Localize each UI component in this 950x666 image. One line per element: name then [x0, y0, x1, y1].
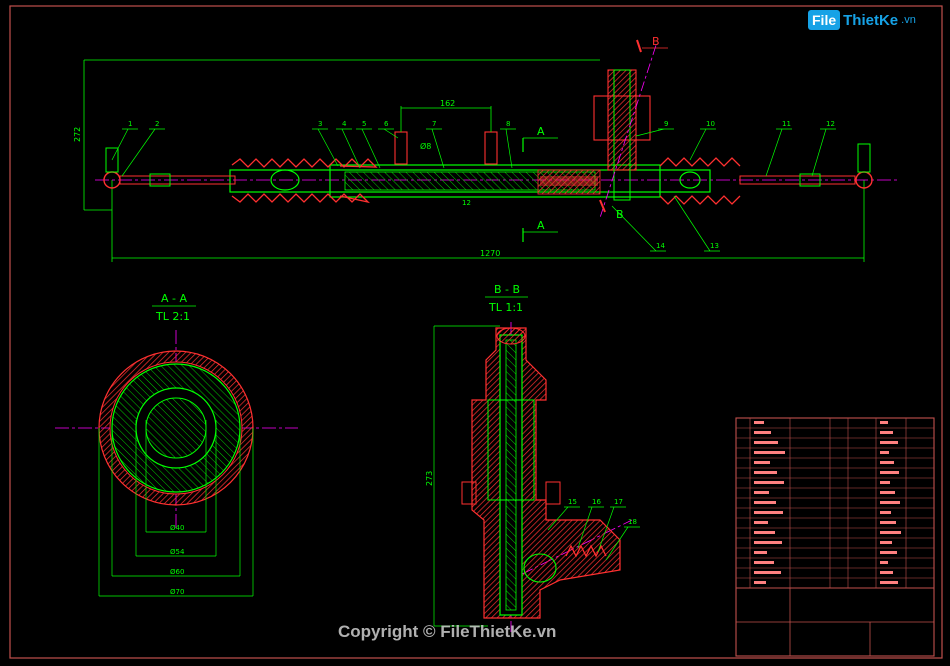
- title-block-text-mark: [880, 501, 900, 504]
- title-block-text-mark: [880, 491, 895, 494]
- part-number-label: 18: [628, 518, 637, 526]
- section-aa-title: A - A: [161, 292, 187, 305]
- part-number-label: 5: [362, 120, 366, 128]
- title-block-text-mark: [880, 581, 898, 584]
- part-number-label: 15: [568, 498, 577, 506]
- part-number-label: 8: [506, 120, 510, 128]
- drawing-border: [9, 5, 943, 659]
- section-aa-scale: TL 2:1: [155, 310, 190, 323]
- title-block-text-mark: [880, 471, 899, 474]
- cad-drawing: 1270 272 162 Ø8 12 A A B B 1 2 3 4 5 6 7…: [9, 5, 943, 659]
- section-b-bottom-label: B: [616, 208, 624, 221]
- section-bb-view: B - B TL 1:1 273 15 16 17 18: [425, 283, 640, 632]
- part-number-label: 10: [706, 120, 715, 128]
- section-bb-title: B - B: [494, 283, 520, 296]
- title-block-text-mark: [754, 441, 778, 444]
- part-number-label: 6: [384, 120, 389, 128]
- section-aa-view: Ø40 Ø54 Ø60 Ø70 A - A TL 2:1: [55, 292, 298, 597]
- title-block-text-mark: [754, 511, 783, 514]
- title-block-text-mark: [880, 551, 897, 554]
- title-block-text-mark: [754, 531, 775, 534]
- part-number-label: 3: [318, 120, 322, 128]
- part-number-label: 12: [826, 120, 835, 128]
- title-block-text-mark: [754, 561, 774, 564]
- title-block-text-mark: [754, 581, 766, 584]
- part-number-label: 1: [128, 120, 132, 128]
- title-block-text-mark: [754, 431, 771, 434]
- dim-aa-1: Ø40: [170, 524, 184, 532]
- title-block-text-mark: [880, 421, 888, 424]
- title-block-text-mark: [880, 461, 894, 464]
- section-a-bottom-label: A: [537, 219, 545, 232]
- dim-aa-4: Ø70: [170, 588, 184, 596]
- title-block-text-mark: [754, 451, 785, 454]
- part-leader: [356, 128, 381, 169]
- title-block-text-mark: [754, 481, 784, 484]
- part-leader: [111, 128, 138, 161]
- part-leader: [121, 128, 165, 177]
- part-number-label: 9: [664, 120, 668, 128]
- title-block-text-mark: [754, 551, 767, 554]
- main-assembly-view: 1270 272 162 Ø8 12 A A B B 1 2 3 4 5 6 7…: [73, 35, 900, 262]
- part-number-label: 11: [782, 120, 791, 128]
- title-block-text-mark: [754, 521, 768, 524]
- part-number-label: 13: [710, 242, 719, 250]
- title-block-text-mark: [754, 571, 781, 574]
- title-block-text-mark: [880, 511, 891, 514]
- logo-badge: File: [808, 10, 841, 30]
- part-number-label: 14: [656, 242, 665, 250]
- title-block: [735, 417, 935, 657]
- dim-height: 272: [73, 127, 82, 142]
- title-block-text-mark: [880, 531, 901, 534]
- title-block-text-mark: [880, 481, 890, 484]
- title-block-text-mark: [880, 521, 896, 524]
- part-leader: [765, 128, 792, 177]
- dim-small: 12: [462, 199, 471, 207]
- part-number-label: 4: [342, 120, 347, 128]
- dim-top: 162: [440, 99, 455, 108]
- dim-aa-3: Ø60: [170, 568, 184, 576]
- section-bb-scale: TL 1:1: [488, 301, 523, 314]
- title-block-text-mark: [754, 501, 776, 504]
- part-number-label: 2: [155, 120, 159, 128]
- title-block-text-mark: [880, 441, 898, 444]
- title-block-text-mark: [880, 431, 893, 434]
- part-leader: [811, 128, 836, 177]
- part-leader: [635, 128, 674, 137]
- copyright-watermark: Copyright © FileThietKe.vn: [338, 622, 557, 641]
- title-block-text-mark: [754, 541, 782, 544]
- section-a-top-label: A: [537, 125, 545, 138]
- title-block-text-mark: [880, 451, 889, 454]
- part-number-label: 16: [592, 498, 601, 506]
- title-block-text-mark: [880, 541, 892, 544]
- dim-bb-height: 273: [425, 471, 434, 486]
- title-block-text-mark: [754, 491, 769, 494]
- dim-diameter: Ø8: [420, 141, 431, 151]
- pinion-housing: [593, 45, 657, 217]
- title-block-rows: [735, 417, 935, 588]
- logo-text: ThietKe: [843, 11, 899, 29]
- logo-suffix: .vn: [901, 14, 916, 26]
- dim-overall: 1270: [480, 249, 500, 258]
- title-block-text-mark: [754, 421, 764, 424]
- title-block-text-mark: [880, 561, 888, 564]
- site-logo[interactable]: File ThietKe .vn: [808, 10, 916, 30]
- part-leader: [500, 128, 516, 169]
- title-block-text-mark: [880, 571, 893, 574]
- part-leader: [689, 128, 716, 161]
- part-number-label: 7: [432, 120, 436, 128]
- title-block-text-mark: [754, 461, 770, 464]
- title-block-text-mark: [754, 471, 777, 474]
- section-b-top-label: B: [652, 35, 660, 48]
- part-number-label: 17: [614, 498, 623, 506]
- dim-aa-2: Ø54: [170, 548, 185, 556]
